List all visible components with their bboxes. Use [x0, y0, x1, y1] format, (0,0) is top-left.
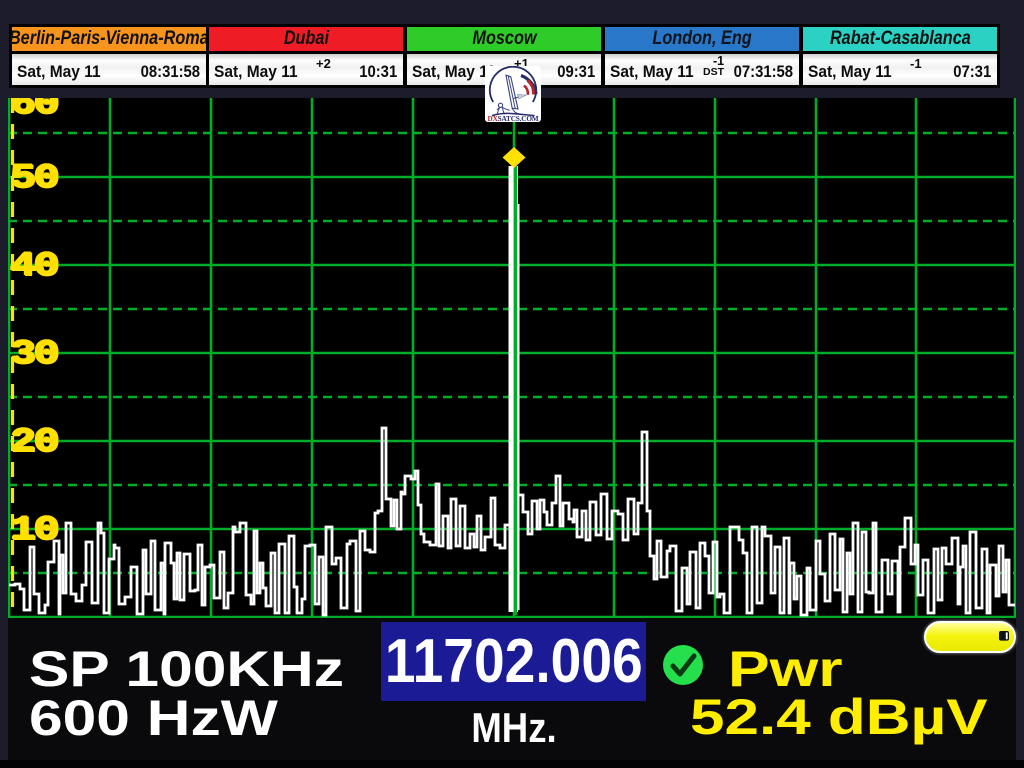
svg-text:DXSATCS.COM: DXSATCS.COM — [488, 114, 539, 122]
